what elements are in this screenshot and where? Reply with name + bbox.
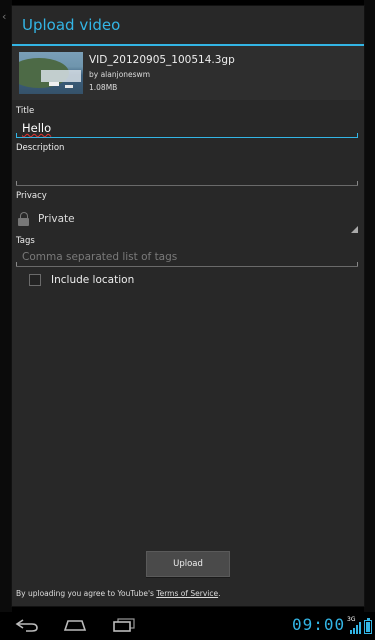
tags-input[interactable]: Comma separated list of tags — [16, 246, 358, 267]
include-location-row[interactable]: Include location — [29, 274, 358, 286]
file-name: VID_20120905_100514.3gp — [89, 53, 235, 66]
signal-icon — [350, 622, 362, 634]
lock-icon — [18, 212, 30, 226]
privacy-value: Private — [38, 213, 75, 225]
terms-of-service-link[interactable]: Terms of Service — [156, 589, 218, 598]
file-owner: by alanjoneswm — [89, 69, 150, 79]
video-thumbnail — [19, 52, 83, 94]
include-location-label: Include location — [51, 274, 135, 286]
background-strip-left: ‹ — [0, 0, 12, 612]
description-field[interactable] — [16, 153, 358, 186]
privacy-label: Privacy — [16, 191, 47, 201]
upload-button[interactable]: Upload — [146, 551, 230, 577]
home-icon[interactable] — [62, 618, 88, 632]
title-label: Title — [16, 106, 35, 116]
video-file-row: VID_20120905_100514.3gp by alanjoneswm 1… — [12, 46, 364, 100]
background-strip-right — [364, 0, 375, 612]
back-icon[interactable] — [14, 618, 40, 632]
dialog-title: Upload video — [22, 16, 121, 34]
include-location-checkbox[interactable] — [29, 274, 41, 286]
title-value: Hello — [22, 121, 52, 135]
recent-apps-icon[interactable] — [112, 618, 136, 632]
status-clock: 09:00 — [292, 615, 346, 634]
title-field[interactable]: Hello — [16, 119, 358, 138]
file-info: VID_20120905_100514.3gp by alanjoneswm 1… — [89, 54, 235, 93]
form-body: Title Hello Description Privacy Private … — [12, 106, 364, 286]
dialog-title-bar: Upload video — [12, 6, 364, 44]
upload-video-dialog: Upload video VID_20120905_100514.3gp by … — [12, 6, 364, 606]
chevron-left-icon: ‹ — [2, 10, 7, 23]
battery-icon — [364, 618, 372, 634]
terms-text: By uploading you agree to YouTube's Term… — [16, 589, 221, 598]
system-nav-bar: 09:00 3G — [0, 612, 375, 640]
spinner-arrow-icon — [351, 226, 358, 233]
tags-placeholder: Comma separated list of tags — [22, 251, 178, 263]
file-size: 1.08MB — [89, 82, 118, 92]
description-label: Description — [16, 143, 65, 153]
privacy-spinner[interactable]: Private — [16, 205, 358, 233]
tags-label: Tags — [16, 236, 35, 246]
